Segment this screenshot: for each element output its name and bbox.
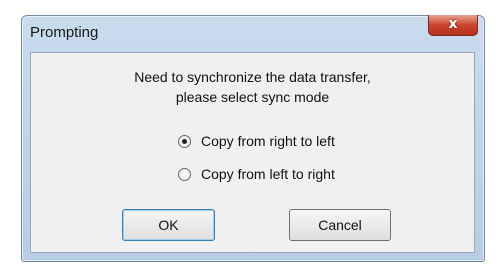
option-label[interactable]: Copy from right to left [201, 133, 335, 149]
option-copy-right-to-left[interactable]: Copy from right to left [178, 133, 335, 149]
prompt-message-line-1: Need to synchronize the data transfer, [134, 69, 371, 85]
dialog-body: Need to synchronize the data transfer, p… [30, 52, 475, 253]
radio-unselected-icon[interactable] [178, 167, 191, 181]
close-button[interactable]: x [428, 15, 478, 36]
cancel-button[interactable]: Cancel [289, 209, 391, 241]
dialog-window: Prompting x Need to synchronize the data… [21, 15, 485, 262]
prompt-message: Need to synchronize the data transfer, p… [31, 67, 474, 107]
dialog-title: Prompting [30, 24, 99, 41]
option-copy-left-to-right[interactable]: Copy from left to right [178, 166, 335, 182]
radio-selected-icon[interactable] [178, 134, 191, 148]
ok-button[interactable]: OK [122, 209, 215, 241]
option-label[interactable]: Copy from left to right [201, 166, 335, 182]
prompt-message-line-2: please select sync mode [175, 89, 330, 105]
title-bar[interactable]: Prompting x [22, 15, 484, 46]
close-icon: x [448, 16, 458, 32]
